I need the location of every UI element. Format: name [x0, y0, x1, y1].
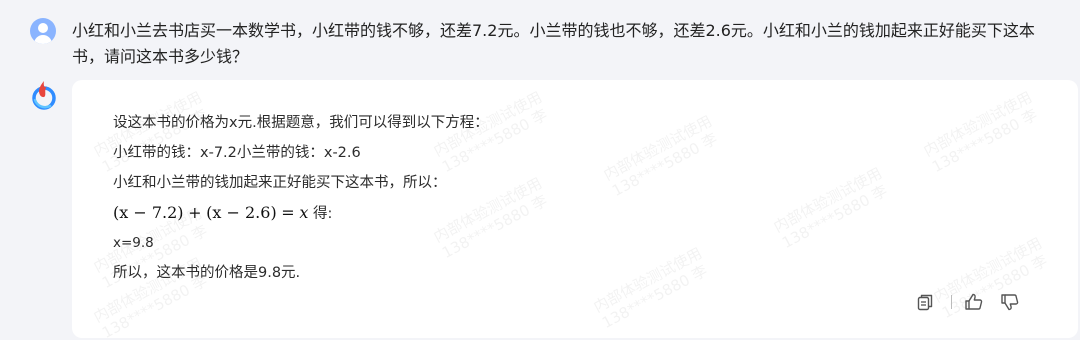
action-divider [951, 295, 952, 309]
assistant-answer-text: 设这本书的价格为x元.根据题意，我们可以得到以下方程： 小红带的钱：x-7.2小… [113, 108, 489, 288]
watermark-line: 内部体验测试使用 [770, 163, 885, 237]
watermark: 内部体验测试使用 138****5880 李 [591, 244, 714, 332]
thumbs-up-icon [965, 293, 983, 310]
watermark-line: 138****5880 李 [779, 181, 891, 253]
equation-term: (x − 2.6) [206, 203, 277, 222]
user-question-text: 小红和小兰去书店买一本数学书，小红带的钱不够，还差7.2元。小兰带的钱也不够，还… [72, 21, 1035, 66]
answer-line: 小红和小兰带的钱加起来正好能买下这本书，所以： [113, 175, 447, 191]
equation-variable: x [299, 203, 309, 222]
equation-line: (x − 7.2) + (x − 2.6) = x 得: [113, 198, 489, 228]
assistant-answer-card: 内部体验测试使用 138****5880 李 内部体验测试使用 138****5… [72, 80, 1078, 338]
answer-line: 小红带的钱：x-7.2小兰带的钱：x-2.6 [113, 145, 361, 161]
equation-term: (x − 7.2) [113, 203, 184, 222]
like-button[interactable] [962, 290, 986, 314]
answer-actions [913, 290, 1022, 314]
assistant-logo-svg [32, 81, 56, 110]
watermark-line: 内部体验测试使用 [920, 87, 1035, 161]
thumbs-down-icon [1001, 294, 1019, 311]
equation-operator: = [281, 203, 295, 222]
answer-line: 设这本书的价格为x元.根据题意，我们可以得到以下方程： [113, 115, 489, 131]
equation-suffix: 得: [312, 206, 333, 222]
equation-term: x [299, 203, 308, 222]
copy-button[interactable] [913, 290, 937, 314]
assistant-logo-icon [30, 80, 58, 110]
answer-line: x=9.8 [113, 235, 154, 251]
watermark-line: 138****5880 李 [929, 105, 1041, 177]
copy-icon [917, 294, 933, 311]
answer-line: 所以，这本书的价格是9.8元. [113, 265, 301, 281]
user-message-row: 小红和小兰去书店买一本数学书，小红带的钱不够，还差7.2元。小兰带的钱也不够，还… [0, 12, 1080, 78]
dislike-button[interactable] [998, 290, 1022, 314]
watermark-line: 138****5880 李 [599, 261, 711, 333]
watermark-line: 138****5880 李 [609, 129, 721, 201]
watermark-line: 内部体验测试使用 [590, 243, 705, 317]
user-avatar [30, 18, 56, 44]
watermark: 内部体验测试使用 138****5880 李 [921, 88, 1044, 176]
watermark-line: 内部体验测试使用 [600, 111, 715, 185]
user-avatar-head [38, 23, 48, 33]
watermark: 内部体验测试使用 138****5880 李 [601, 112, 724, 200]
watermark: 内部体验测试使用 138****5880 李 [771, 164, 894, 252]
user-avatar-shoulders [34, 35, 52, 44]
equation-operator: + [188, 203, 202, 222]
